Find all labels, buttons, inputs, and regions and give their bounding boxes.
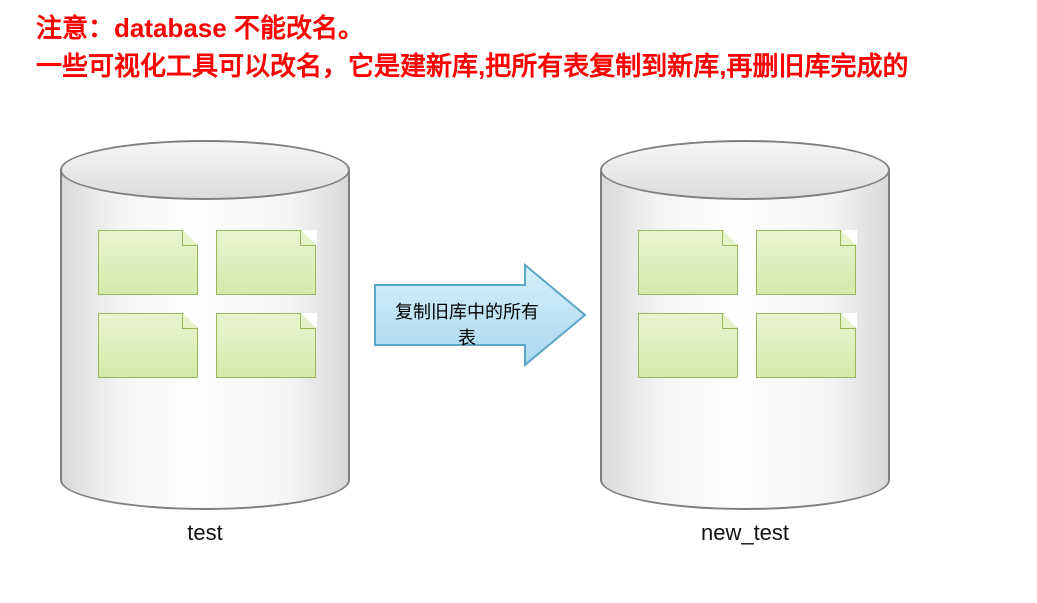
table-icon	[216, 230, 316, 295]
table-icon	[216, 313, 316, 378]
target-db-label: new_test	[600, 520, 890, 546]
copy-arrow: 复制旧库中的所有表	[370, 260, 590, 370]
source-tables	[98, 230, 316, 378]
table-icon	[638, 230, 738, 295]
note-line2: 一些可视化工具可以改名，它是建新库,把所有表复制到新库,再删旧库完成的	[36, 51, 908, 81]
target-database: new_test	[600, 140, 890, 510]
source-db-label: test	[60, 520, 350, 546]
table-icon	[98, 313, 198, 378]
arrow-label: 复制旧库中的所有表	[392, 298, 542, 350]
note-line1: 注意：database 不能改名。	[36, 13, 364, 43]
table-icon	[756, 313, 856, 378]
cylinder-top	[60, 140, 350, 200]
table-icon	[756, 230, 856, 295]
table-icon	[98, 230, 198, 295]
target-tables	[638, 230, 856, 378]
table-icon	[638, 313, 738, 378]
warning-note: 注意：database 不能改名。 一些可视化工具可以改名，它是建新库,把所有表…	[36, 10, 908, 85]
cylinder-top	[600, 140, 890, 200]
source-database: test	[60, 140, 350, 510]
